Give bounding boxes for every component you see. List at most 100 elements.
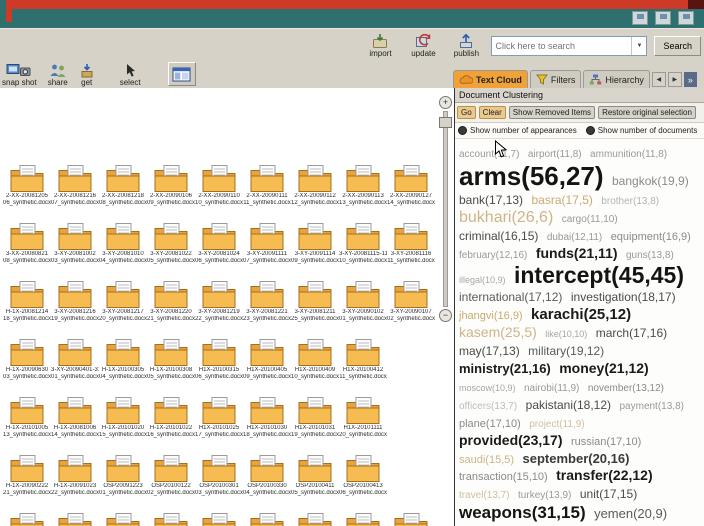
document-item[interactable]: H1X-20101025 17_synthetic.docx xyxy=(195,396,243,454)
document-item[interactable]: H-1X-20091023 22_synthetic.docx xyxy=(51,454,99,512)
document-item[interactable] xyxy=(147,512,195,526)
cloud-word[interactable]: pakistani(18,12) xyxy=(526,398,611,412)
select-button[interactable]: select xyxy=(120,63,141,87)
cloud-word[interactable]: payment(13,8) xyxy=(619,401,683,412)
cloud-word[interactable]: arms(56,27) xyxy=(459,161,604,191)
document-item[interactable]: 3-XY-20081221 23_synthetic.docx xyxy=(243,280,291,338)
window-control-icon[interactable] xyxy=(632,11,648,25)
cloud-word[interactable]: saudi(15,5) xyxy=(459,454,514,466)
cloud-word[interactable]: transfer(22,12) xyxy=(556,467,653,484)
cloud-word[interactable]: project(11,9) xyxy=(529,419,584,430)
document-item[interactable]: 2-XX-20081218 08_synthetic.docx xyxy=(99,164,147,222)
cloud-word[interactable]: intercept(45,45) xyxy=(514,262,684,288)
cloud-word[interactable]: travel(13,7) xyxy=(459,490,510,501)
cloud-word[interactable]: brother(13,8) xyxy=(601,196,659,207)
document-item[interactable]: 3-XY-20081216 19_synthetic.docx xyxy=(51,280,99,338)
document-item[interactable]: 3-XY-20081217 20_synthetic.docx xyxy=(99,280,147,338)
cloud-word[interactable]: karachi(25,12) xyxy=(531,306,631,323)
cloud-word[interactable]: september(20,16) xyxy=(523,451,630,466)
tab-hierarchy[interactable]: Hierarchy xyxy=(583,70,650,88)
document-item[interactable]: OSP20100411 05_synthetic.docx xyxy=(291,454,339,512)
document-item[interactable]: H1X-20101030 18_synthetic.docx xyxy=(243,396,291,454)
document-item[interactable]: 3-XY-20081010 04_synthetic.docx xyxy=(99,222,147,280)
cloud-word[interactable]: airport(11,8) xyxy=(528,149,582,160)
update-button[interactable]: update xyxy=(405,33,441,58)
cloud-word[interactable]: equipment(16,9) xyxy=(611,231,691,243)
get-button[interactable]: get xyxy=(79,63,95,87)
document-item[interactable]: H-1X-20101005 13_synthetic.docx xyxy=(3,396,51,454)
cloud-word[interactable]: guns(13,8) xyxy=(626,250,674,261)
zoom-out-button[interactable]: − xyxy=(439,309,452,322)
document-item[interactable]: H-1X-20100308 05_synthetic.docx xyxy=(147,338,195,396)
document-item[interactable]: H-1X-20101020 15_synthetic.docx xyxy=(99,396,147,454)
cloud-word[interactable]: february(12,16) xyxy=(459,250,527,261)
document-item[interactable]: H1X-20101111 20_synthetic.docx xyxy=(339,396,387,454)
cloud-word[interactable]: international(17,12) xyxy=(459,290,562,304)
cloud-word[interactable]: illegal(10,9) xyxy=(459,275,506,285)
cloud-word[interactable]: bank(17,13) xyxy=(459,193,523,207)
cloud-word[interactable]: jhangvi(16,9) xyxy=(459,310,523,322)
document-item[interactable] xyxy=(291,512,339,526)
document-item[interactable]: 3-XY-20091114 09_synthetic.docx xyxy=(291,222,339,280)
document-item[interactable]: 3-XY-20090107 02_synthetic.docx xyxy=(387,280,435,338)
document-item[interactable]: 3-XX-20080821 08_synthetic.docx xyxy=(3,222,51,280)
cloud-word[interactable]: turkey(13,9) xyxy=(518,490,571,501)
cloud-word[interactable]: weapons(31,15) xyxy=(459,503,586,522)
cloud-word[interactable]: criminal(16,15) xyxy=(459,229,538,243)
cloud-word[interactable]: march(17,16) xyxy=(596,326,667,340)
document-item[interactable]: H1X-20101031 19_synthetic.docx xyxy=(291,396,339,454)
document-item[interactable] xyxy=(339,512,387,526)
document-item[interactable]: 2-XX-20090106 09_synthetic.docx xyxy=(147,164,195,222)
cloud-word[interactable]: like(10,10) xyxy=(545,329,587,339)
show-removed-items-button[interactable]: Show Removed Items xyxy=(508,106,596,119)
document-item[interactable]: 3-XY-20091111 07_synthetic.docx xyxy=(243,222,291,280)
document-item[interactable]: H1X-20100409 10_synthetic.docx xyxy=(291,338,339,396)
document-item[interactable] xyxy=(387,512,435,526)
cloud-word[interactable]: ammunition(11,8) xyxy=(590,149,667,160)
document-item[interactable]: 3-XY-20081219 22_synthetic.docx xyxy=(195,280,243,338)
cloud-word[interactable]: basra(17,5) xyxy=(532,193,593,207)
zoom-thumb[interactable] xyxy=(439,117,452,128)
zoom-in-button[interactable]: + xyxy=(439,96,452,109)
search-dropdown-icon[interactable]: ▼ xyxy=(631,36,646,55)
document-item[interactable]: 3-XY-20090401-31 01_synthetic.docx xyxy=(51,338,99,396)
search-button[interactable]: Search xyxy=(654,35,701,56)
document-item[interactable]: OSP20100330 04_synthetic.docx xyxy=(243,454,291,512)
cloud-word[interactable]: provided(23,17) xyxy=(459,432,562,448)
tab-text-cloud[interactable]: Text Cloud xyxy=(453,70,528,88)
restore-original-selection-button[interactable]: Restore original selection xyxy=(598,106,696,119)
clear-button[interactable]: Clear xyxy=(478,106,506,119)
cloud-word[interactable]: bukhari(26,6) xyxy=(459,209,553,226)
cloud-word[interactable]: bangkok(19,9) xyxy=(612,174,689,188)
document-item[interactable]: H-1X-20101022 16_synthetic.docx xyxy=(147,396,195,454)
cloud-word[interactable]: yemen(20,9) xyxy=(594,506,667,521)
cloud-word[interactable]: funds(21,11) xyxy=(536,245,618,261)
zoom-track[interactable] xyxy=(439,111,452,307)
document-item[interactable]: 3-XY-20090102 01_synthetic.docx xyxy=(339,280,387,338)
tab-scroll-right-icon[interactable]: ▶ xyxy=(667,72,682,87)
document-item[interactable]: 3-XY-20081002 03_synthetic.docx xyxy=(51,222,99,280)
document-item[interactable] xyxy=(243,512,291,526)
layout-view-button[interactable] xyxy=(167,62,196,86)
document-item[interactable]: OSP20100301 03_synthetic.docx xyxy=(195,454,243,512)
import-button[interactable]: import xyxy=(362,33,398,58)
cloud-word[interactable]: kasem(25,5) xyxy=(459,324,537,340)
document-item[interactable]: 2-XX-20081205 06_synthetic.docx xyxy=(3,164,51,222)
snapshot-button[interactable]: snap shot xyxy=(2,63,37,87)
document-item[interactable]: 2-XX-20090113 13_synthetic.docx xyxy=(339,164,387,222)
window-control-icon[interactable] xyxy=(678,11,694,25)
document-item[interactable]: H-1X-20100305 04_synthetic.docx xyxy=(99,338,147,396)
document-item[interactable]: OSP20100413 06_synthetic.docx xyxy=(339,454,387,512)
document-item[interactable]: 3-XY-20081022 05_synthetic.docx xyxy=(147,222,195,280)
document-item[interactable]: 3-XY-20081220 21_synthetic.docx xyxy=(147,280,195,338)
window-control-icon[interactable] xyxy=(655,11,671,25)
tab-scroll-left-icon[interactable]: ◀ xyxy=(651,72,666,87)
radio-show-documents[interactable]: Show number of documents xyxy=(585,126,697,135)
document-item[interactable]: H-1X-20081006 14_synthetic.docx xyxy=(51,396,99,454)
document-item[interactable]: OSP20091223 01_synthetic.docx xyxy=(99,454,147,512)
document-item[interactable] xyxy=(51,512,99,526)
document-item[interactable]: 3-XY-20081116 11_synthetic.docx xyxy=(387,222,435,280)
cloud-word[interactable]: may(17,13) xyxy=(459,344,520,358)
radio-show-appearances[interactable]: Show number of appearances xyxy=(458,126,577,135)
cloud-word[interactable]: military(19,12) xyxy=(528,344,604,358)
